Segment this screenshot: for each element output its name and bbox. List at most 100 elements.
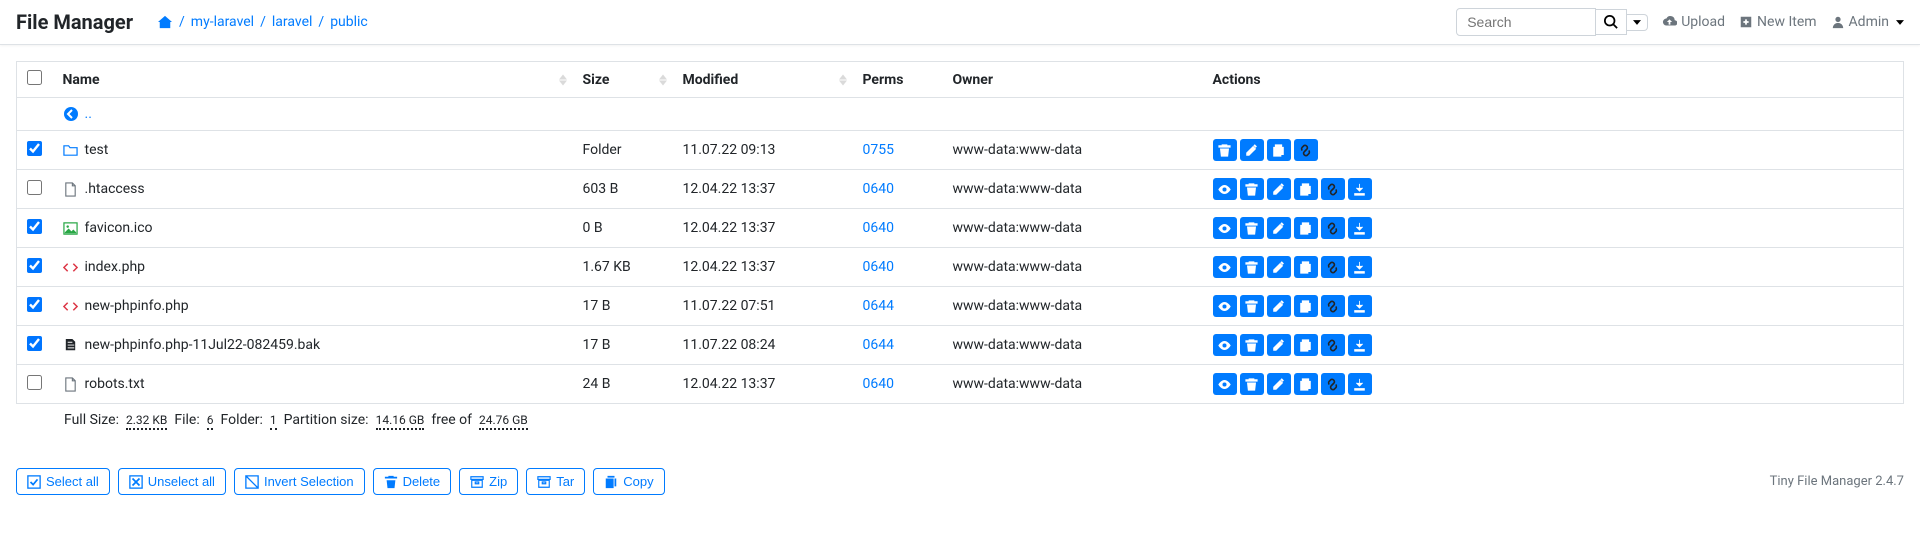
size-cell: 17 B: [573, 287, 673, 326]
view-action[interactable]: [1213, 295, 1237, 317]
rename-action[interactable]: [1240, 139, 1264, 161]
link-action[interactable]: [1321, 217, 1345, 239]
copy-action[interactable]: [1294, 217, 1318, 239]
copy-action[interactable]: [1294, 256, 1318, 278]
link-action[interactable]: [1321, 256, 1345, 278]
file-link[interactable]: favicon.ico: [63, 220, 563, 236]
row-checkbox[interactable]: [27, 375, 42, 390]
row-checkbox[interactable]: [27, 258, 42, 273]
search-input[interactable]: [1456, 8, 1596, 36]
modified-cell: 11.07.22 09:13: [673, 131, 853, 170]
zip-button[interactable]: Zip: [459, 468, 518, 495]
file-link[interactable]: new-phpinfo.php-11Jul22-082459.bak: [63, 337, 563, 353]
perms-link[interactable]: 0640: [863, 376, 894, 392]
col-name[interactable]: Name: [53, 62, 573, 98]
file-link[interactable]: new-phpinfo.php: [63, 298, 563, 314]
file-link[interactable]: robots.txt: [63, 376, 563, 392]
delete-action[interactable]: [1240, 334, 1264, 356]
rename-action[interactable]: [1267, 334, 1291, 356]
view-action[interactable]: [1213, 373, 1237, 395]
select-all-checkbox[interactable]: [27, 70, 42, 85]
row-checkbox[interactable]: [27, 180, 42, 195]
size-cell: 0 B: [573, 209, 673, 248]
rename-action[interactable]: [1267, 373, 1291, 395]
upload-label: Upload: [1681, 14, 1725, 30]
link-action[interactable]: [1294, 139, 1318, 161]
file-link[interactable]: .htaccess: [63, 181, 563, 197]
delete-action[interactable]: [1240, 373, 1264, 395]
perms-link[interactable]: 0640: [863, 259, 894, 275]
download-action[interactable]: [1348, 217, 1372, 239]
row-checkbox[interactable]: [27, 297, 42, 312]
breadcrumb-link[interactable]: public: [330, 14, 368, 30]
delete-action[interactable]: [1240, 295, 1264, 317]
breadcrumb-link[interactable]: my-laravel: [191, 14, 254, 30]
parent-dir-link[interactable]: ..: [63, 106, 1894, 122]
view-action[interactable]: [1213, 178, 1237, 200]
row-checkbox[interactable]: [27, 336, 42, 351]
file-link[interactable]: index.php: [63, 259, 563, 275]
size-cell: Folder: [573, 131, 673, 170]
col-modified[interactable]: Modified: [673, 62, 853, 98]
home-icon[interactable]: [157, 14, 173, 30]
modified-cell: 12.04.22 13:37: [673, 365, 853, 404]
col-actions: Actions: [1203, 62, 1904, 98]
breadcrumb: / my-laravel / laravel / public: [157, 14, 368, 30]
link-action[interactable]: [1321, 334, 1345, 356]
copy-action[interactable]: [1267, 139, 1291, 161]
download-action[interactable]: [1348, 256, 1372, 278]
admin-menu[interactable]: Admin: [1831, 14, 1904, 30]
perms-link[interactable]: 0640: [863, 181, 894, 197]
upload-link[interactable]: Upload: [1662, 14, 1725, 30]
unselect-all-button[interactable]: Unselect all: [118, 468, 226, 495]
breadcrumb-link[interactable]: laravel: [272, 14, 313, 30]
view-action[interactable]: [1213, 256, 1237, 278]
rename-action[interactable]: [1267, 217, 1291, 239]
delete-action[interactable]: [1213, 139, 1237, 161]
search-button[interactable]: [1596, 9, 1627, 35]
link-action[interactable]: [1321, 373, 1345, 395]
delete-action[interactable]: [1240, 217, 1264, 239]
modified-cell: 12.04.22 13:37: [673, 170, 853, 209]
new-item-link[interactable]: New Item: [1739, 14, 1817, 30]
file-name: new-phpinfo.php: [85, 298, 189, 314]
partition-total-value: 24.76 GB: [479, 413, 528, 430]
file-link[interactable]: test: [63, 142, 563, 158]
col-size[interactable]: Size: [573, 62, 673, 98]
delete-action[interactable]: [1240, 256, 1264, 278]
copy-action[interactable]: [1294, 295, 1318, 317]
copy-action[interactable]: [1294, 178, 1318, 200]
file-name: favicon.ico: [85, 220, 153, 236]
download-action[interactable]: [1348, 295, 1372, 317]
perms-link[interactable]: 0640: [863, 220, 894, 236]
perms-link[interactable]: 0755: [863, 142, 894, 158]
search-dropdown-toggle[interactable]: [1627, 14, 1648, 31]
download-action[interactable]: [1348, 178, 1372, 200]
perms-link[interactable]: 0644: [863, 298, 894, 314]
folder-icon: [63, 143, 79, 158]
row-checkbox[interactable]: [27, 141, 42, 156]
table-row: .htaccess 603 B 12.04.22 13:37 0640 www-…: [17, 170, 1904, 209]
link-action[interactable]: [1321, 178, 1345, 200]
download-action[interactable]: [1348, 373, 1372, 395]
download-action[interactable]: [1348, 334, 1372, 356]
delete-action[interactable]: [1240, 178, 1264, 200]
link-action[interactable]: [1321, 295, 1345, 317]
rename-action[interactable]: [1267, 178, 1291, 200]
delete-button[interactable]: Delete: [373, 468, 452, 495]
copy-action[interactable]: [1294, 373, 1318, 395]
parent-row: ..: [17, 98, 1904, 131]
view-action[interactable]: [1213, 217, 1237, 239]
table-row: favicon.ico 0 B 12.04.22 13:37 0640 www-…: [17, 209, 1904, 248]
invert-selection-button[interactable]: Invert Selection: [234, 468, 365, 495]
summary-bar: Full Size:2.32 KB File:6 Folder:1 Partit…: [16, 404, 1904, 440]
copy-button[interactable]: Copy: [593, 468, 664, 495]
copy-action[interactable]: [1294, 334, 1318, 356]
perms-link[interactable]: 0644: [863, 337, 894, 353]
tar-button[interactable]: Tar: [526, 468, 585, 495]
rename-action[interactable]: [1267, 295, 1291, 317]
view-action[interactable]: [1213, 334, 1237, 356]
rename-action[interactable]: [1267, 256, 1291, 278]
row-checkbox[interactable]: [27, 219, 42, 234]
select-all-button[interactable]: Select all: [16, 468, 110, 495]
